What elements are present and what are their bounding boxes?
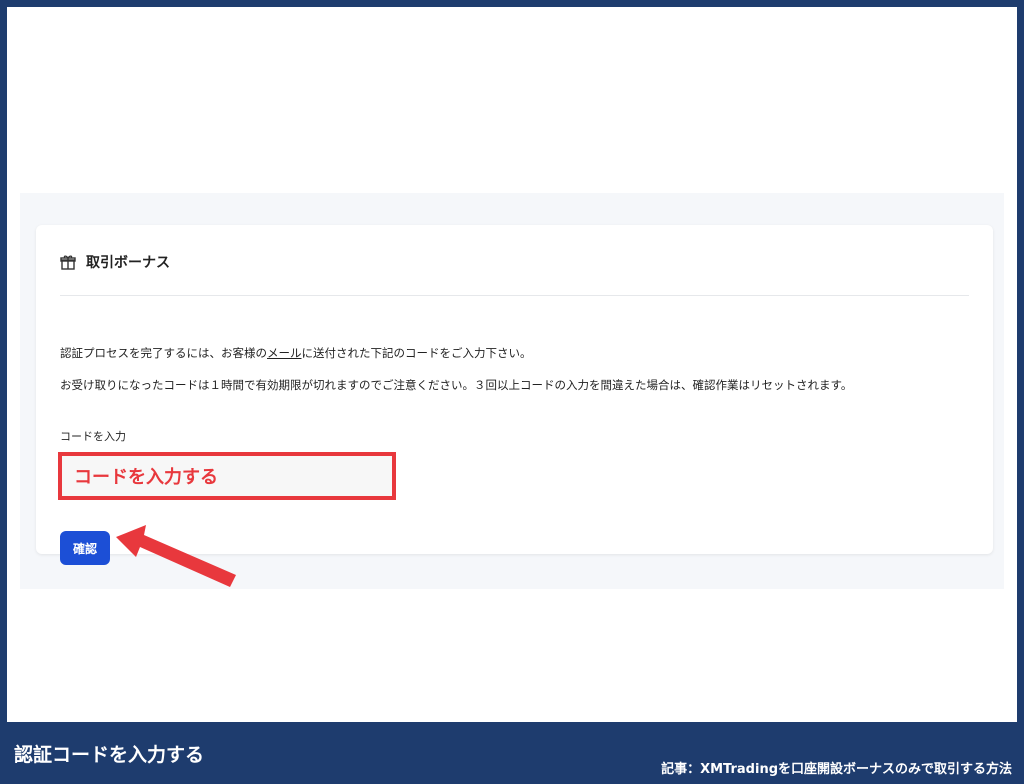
confirm-button[interactable]: 確認: [60, 531, 110, 565]
card-title: 取引ボーナス: [86, 255, 170, 271]
screenshot-frame: 取引ボーナス 認証プロセスを完了するには、お客様のメールに送付された下記のコード…: [7, 7, 1017, 722]
code-field-label: コードを入力: [60, 430, 126, 443]
instruction-text-start: 認証プロセスを完了するには、お客様の: [60, 346, 267, 360]
footer-article: 記事：XMTradingを口座開設ボーナスのみで取引する方法: [661, 762, 1012, 777]
gift-icon: [60, 255, 76, 270]
mail-link[interactable]: メール: [267, 346, 302, 360]
instruction-text: 認証プロセスを完了するには、お客様のメールに送付された下記のコードをご入力下さい…: [60, 345, 532, 361]
expiry-notice: お受け取りになったコードは１時間で有効期限が切れますのでご注意ください。３回以上…: [60, 378, 853, 392]
code-input-placeholder: コードを入力する: [74, 467, 218, 488]
instruction-text-end: に送付された下記のコードをご入力下さい。: [301, 346, 532, 360]
bonus-card: 取引ボーナス 認証プロセスを完了するには、お客様のメールに送付された下記のコード…: [36, 225, 993, 587]
code-input[interactable]: コードを入力する: [58, 452, 396, 500]
footer-caption: 認証コードを入力する: [14, 744, 205, 766]
pointer-arrow-icon: [116, 525, 236, 587]
content-area: 取引ボーナス 認証プロセスを完了するには、お客様のメールに送付された下記のコード…: [20, 193, 1004, 589]
card-header: 取引ボーナス: [60, 251, 969, 296]
